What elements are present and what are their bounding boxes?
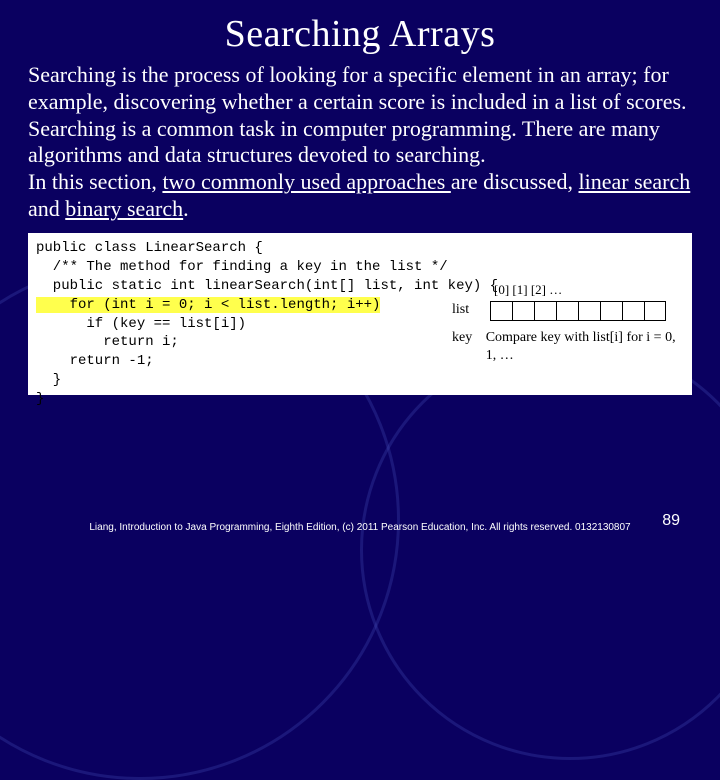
code-box: public class LinearSearch { /** The meth… xyxy=(28,233,692,395)
code-line-1: public class LinearSearch { xyxy=(36,240,263,256)
code-line-6: return i; xyxy=(36,334,179,350)
underline-approaches: two commonly used approaches xyxy=(162,169,450,194)
array-cells xyxy=(490,301,666,321)
paragraph-1: Searching is the process of looking for … xyxy=(28,62,687,167)
paragraph-2a: In this section, xyxy=(28,169,162,194)
underline-linear: linear search xyxy=(579,169,691,194)
array-cell xyxy=(578,301,600,321)
array-diagram: [0] [1] [2] … list key Compare key with … xyxy=(452,281,682,366)
array-cell xyxy=(512,301,534,321)
key-description: Compare key with list[i] for i = 0, 1, … xyxy=(486,329,682,367)
key-label: key xyxy=(452,329,486,367)
array-cell xyxy=(556,301,578,321)
slide-title: Searching Arrays xyxy=(28,12,692,56)
index-labels: [0] [1] [2] … xyxy=(494,281,682,299)
array-cell xyxy=(644,301,666,321)
footer-citation: Liang, Introduction to Java Programming,… xyxy=(0,522,720,534)
code-line-8: } xyxy=(36,372,61,388)
code-line-3: public static int linearSearch(int[] lis… xyxy=(36,278,498,294)
slide: Searching Arrays Searching is the proces… xyxy=(0,0,720,540)
code-line-4-highlight: for (int i = 0; i < list.length; i++) xyxy=(36,297,380,313)
paragraph-2c: are discussed, xyxy=(451,169,579,194)
array-cell xyxy=(490,301,512,321)
page-number: 89 xyxy=(662,512,680,530)
paragraph-2e: and xyxy=(28,196,65,221)
list-label: list xyxy=(452,301,490,320)
array-cell xyxy=(600,301,622,321)
code-line-5: if (key == list[i]) xyxy=(36,316,246,332)
underline-binary: binary search xyxy=(65,196,183,221)
code-line-2: /** The method for finding a key in the … xyxy=(36,259,448,275)
paragraph-2g: . xyxy=(183,196,189,221)
array-cell xyxy=(534,301,556,321)
body-text: Searching is the process of looking for … xyxy=(28,62,692,223)
code-line-9: } xyxy=(36,391,44,407)
code-line-7: return -1; xyxy=(36,353,154,369)
array-cell xyxy=(622,301,644,321)
